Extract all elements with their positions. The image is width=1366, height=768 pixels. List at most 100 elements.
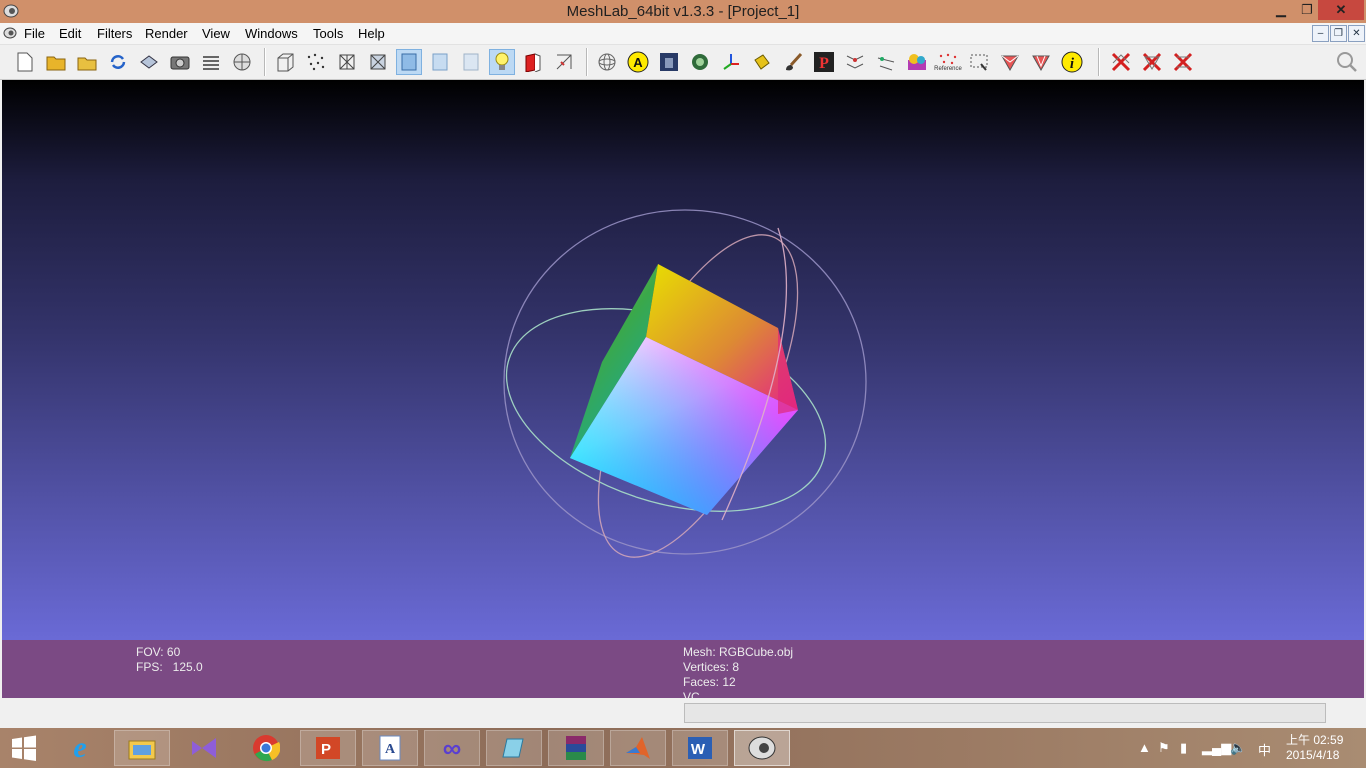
import-mesh-icon[interactable] bbox=[74, 49, 100, 75]
rgb-cube-scene bbox=[503, 209, 867, 558]
layers-icon[interactable] bbox=[198, 49, 224, 75]
select-region-icon[interactable] bbox=[966, 49, 992, 75]
system-clock[interactable]: 上午 02:59 2015/4/18 bbox=[1286, 733, 1343, 763]
svg-text:P: P bbox=[321, 741, 331, 758]
infinity-app-icon[interactable]: ∞ bbox=[424, 730, 480, 766]
windows-logo-icon bbox=[12, 735, 36, 761]
double-side-lighting-icon[interactable] bbox=[520, 49, 546, 75]
smooth-shading-tool[interactable] bbox=[396, 49, 422, 75]
mdi-restore-button[interactable]: ❐ bbox=[1330, 25, 1347, 42]
texture-map-icon[interactable] bbox=[687, 49, 713, 75]
toolbar-separator bbox=[586, 48, 588, 76]
close-button[interactable]: ✕ bbox=[1318, 0, 1364, 20]
menu-view[interactable]: View bbox=[202, 26, 230, 41]
powerpoint-icon[interactable]: P bbox=[300, 730, 356, 766]
faces-count-text: Faces: 12 bbox=[683, 675, 736, 689]
points-icon[interactable] bbox=[303, 49, 329, 75]
menu-bar: File Edit Filters Render View Windows To… bbox=[0, 23, 1366, 45]
select-faces-icon[interactable] bbox=[997, 49, 1023, 75]
texture-icon[interactable] bbox=[458, 49, 484, 75]
sphere-render-icon[interactable] bbox=[229, 49, 255, 75]
ime-indicator[interactable]: 中 bbox=[1258, 740, 1271, 759]
menu-tools[interactable]: Tools bbox=[313, 26, 343, 41]
pick-points-icon[interactable]: P bbox=[811, 49, 837, 75]
clock-date: 2015/4/18 bbox=[1286, 748, 1340, 762]
vertex-color-text: VC bbox=[683, 690, 700, 698]
snapshot-icon[interactable] bbox=[167, 49, 193, 75]
flag-icon[interactable]: ⚑ bbox=[1158, 740, 1170, 756]
delete-faces-icon[interactable] bbox=[1139, 49, 1165, 75]
menu-windows[interactable]: Windows bbox=[245, 26, 298, 41]
bounding-box-icon[interactable] bbox=[272, 49, 298, 75]
chevron-up-icon[interactable]: ▲ bbox=[1138, 740, 1151, 755]
title-bar: MeshLab_64bit v1.3.3 - [Project_1] ▁ ❐ ✕ bbox=[0, 0, 1366, 23]
lighting-tool[interactable] bbox=[489, 49, 515, 75]
internet-explorer-icon[interactable]: e bbox=[52, 730, 108, 766]
reference-icon[interactable]: Reference bbox=[934, 49, 962, 75]
toolbar-separator bbox=[264, 48, 266, 76]
progress-bar bbox=[684, 703, 1326, 723]
info-icon[interactable]: i bbox=[1059, 49, 1085, 75]
word-icon[interactable]: W bbox=[672, 730, 728, 766]
document-icon bbox=[3, 27, 17, 39]
status-bar bbox=[0, 698, 1366, 728]
svg-text:A: A bbox=[385, 742, 396, 757]
open-project-icon[interactable] bbox=[43, 49, 69, 75]
visual-studio-icon[interactable] bbox=[176, 730, 232, 766]
fov-text: FOV: 60 bbox=[136, 645, 181, 659]
vertices-count-text: Vertices: 8 bbox=[683, 660, 740, 674]
mdi-close-button[interactable]: ✕ bbox=[1348, 25, 1365, 42]
raster-icon[interactable] bbox=[656, 49, 682, 75]
delete-vertices-icon[interactable] bbox=[1170, 49, 1196, 75]
minimize-button[interactable]: ▁ bbox=[1268, 0, 1294, 20]
clock-time: 上午 02:59 bbox=[1286, 733, 1344, 747]
brush-icon[interactable] bbox=[780, 49, 806, 75]
search-icon[interactable] bbox=[1334, 49, 1360, 75]
menu-help[interactable]: Help bbox=[358, 26, 385, 41]
svg-text:P: P bbox=[819, 55, 829, 72]
signal-icon[interactable]: ▂▄▆ bbox=[1202, 740, 1231, 756]
flat-shading-icon[interactable] bbox=[427, 49, 453, 75]
paint-bucket-icon[interactable] bbox=[749, 49, 775, 75]
mdi-minimize-button[interactable]: – bbox=[1312, 25, 1329, 42]
axes-icon[interactable] bbox=[718, 49, 744, 75]
delete-selected-icon[interactable] bbox=[1108, 49, 1134, 75]
blue-app-icon[interactable] bbox=[486, 730, 542, 766]
file-explorer-icon[interactable] bbox=[114, 730, 170, 766]
document-viewer-icon[interactable]: A bbox=[362, 730, 418, 766]
start-button[interactable] bbox=[0, 730, 48, 766]
color-paint-icon[interactable] bbox=[904, 49, 930, 75]
window-title: MeshLab_64bit v1.3.3 - [Project_1] bbox=[566, 3, 800, 20]
trackball-icon[interactable] bbox=[594, 49, 620, 75]
normals-icon[interactable] bbox=[551, 49, 577, 75]
align-icon[interactable] bbox=[842, 49, 868, 75]
menu-file[interactable]: File bbox=[24, 26, 45, 41]
winrar-icon[interactable] bbox=[548, 730, 604, 766]
volume-icon[interactable]: 🔈 bbox=[1230, 740, 1246, 756]
mesh-name-text: Mesh: RGBCube.obj bbox=[683, 645, 794, 659]
chrome-icon[interactable] bbox=[238, 730, 294, 766]
meshlab-taskbar-icon[interactable] bbox=[734, 730, 790, 766]
annotation-icon[interactable]: A bbox=[625, 49, 651, 75]
svg-text:A: A bbox=[633, 55, 643, 70]
new-project-icon[interactable] bbox=[12, 49, 38, 75]
wireframe-icon[interactable] bbox=[334, 49, 360, 75]
info-panel: FOV: 60 FPS: 125.0 Mesh: RGBCube.obj Ver… bbox=[2, 640, 1364, 698]
battery-icon[interactable]: ▮ bbox=[1180, 740, 1187, 756]
select-vertices-icon[interactable] bbox=[1028, 49, 1054, 75]
measure-icon[interactable] bbox=[873, 49, 899, 75]
fps-text: FPS: 125.0 bbox=[136, 660, 203, 674]
hidden-lines-icon[interactable] bbox=[365, 49, 391, 75]
menu-filters[interactable]: Filters bbox=[97, 26, 132, 41]
reference-label: Reference bbox=[934, 65, 962, 72]
3d-viewport[interactable] bbox=[2, 80, 1364, 640]
svg-text:W: W bbox=[691, 741, 706, 758]
save-icon[interactable] bbox=[136, 49, 162, 75]
matlab-icon[interactable] bbox=[610, 730, 666, 766]
toolbar: A P Reference i bbox=[0, 45, 1366, 80]
reload-icon[interactable] bbox=[105, 49, 131, 75]
menu-render[interactable]: Render bbox=[145, 26, 188, 41]
menu-edit[interactable]: Edit bbox=[59, 26, 81, 41]
taskbar: e P A ∞ W ▲ ⚑ ▮ ▂▄▆ 🔈 中 上午 02:59 2015/4/… bbox=[0, 728, 1366, 768]
maximize-button[interactable]: ❐ bbox=[1294, 0, 1320, 20]
